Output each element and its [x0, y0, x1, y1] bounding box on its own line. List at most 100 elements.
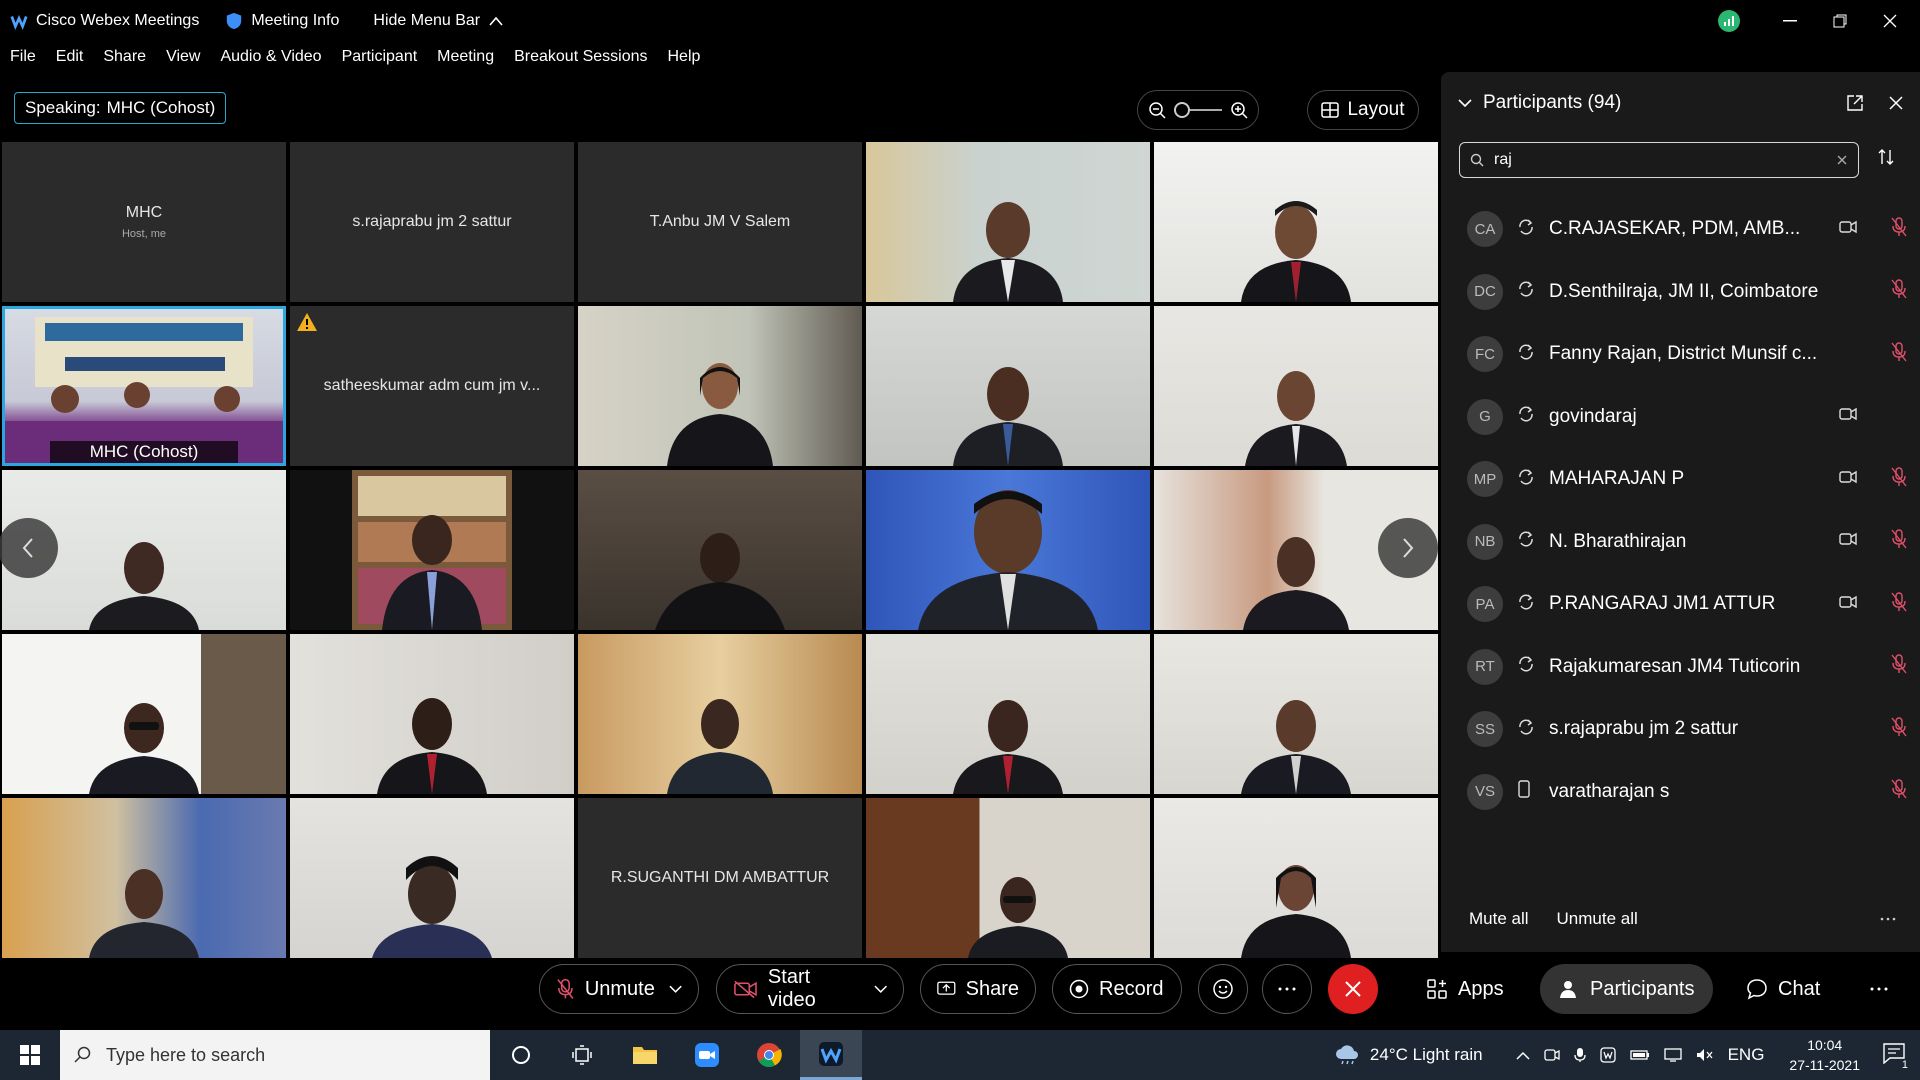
participant-camera[interactable] [1839, 532, 1857, 551]
zoom-slider[interactable] [1174, 102, 1222, 118]
participant-camera[interactable] [1839, 407, 1857, 426]
zoom-slider-knob[interactable] [1174, 102, 1190, 118]
chrome-button[interactable] [738, 1030, 800, 1080]
record-button[interactable]: Record [1052, 964, 1182, 1014]
video-tile[interactable] [2, 798, 286, 958]
menu-view[interactable]: View [166, 48, 200, 66]
network-icon[interactable] [1663, 1048, 1682, 1062]
participant-mic[interactable] [1891, 217, 1907, 242]
clock[interactable]: 10:04 27-11-2021 [1789, 1035, 1860, 1075]
zoom-out-icon[interactable] [1148, 101, 1166, 119]
start-video-button[interactable]: Start video [716, 964, 904, 1014]
webex-tray-icon[interactable] [1599, 1047, 1616, 1063]
chevron-up-icon[interactable] [1516, 1051, 1530, 1060]
participant-row[interactable]: MP MAHARAJAN P [1441, 448, 1920, 511]
more-options-icon[interactable] [1880, 917, 1896, 921]
clear-search-icon[interactable] [1836, 154, 1848, 166]
menu-breakout-sessions[interactable]: Breakout Sessions [514, 48, 647, 66]
participant-row[interactable]: VS varatharajan s [1441, 761, 1920, 824]
video-tile[interactable] [290, 634, 574, 794]
camera-tray-icon[interactable] [1543, 1047, 1560, 1063]
participant-camera[interactable] [1839, 470, 1857, 489]
unmute-button[interactable]: Unmute [539, 964, 699, 1014]
chevron-down-icon[interactable] [873, 985, 887, 993]
video-tile[interactable]: s.rajaprabu jm 2 sattur [290, 142, 574, 302]
participant-camera[interactable] [1839, 595, 1857, 614]
menu-edit[interactable]: Edit [56, 48, 84, 66]
hide-menu-bar-button[interactable]: Hide Menu Bar [373, 12, 504, 30]
close-icon[interactable] [1888, 95, 1904, 111]
notification-center-button[interactable]: 1 [1882, 1042, 1910, 1071]
restore-button[interactable] [1820, 0, 1860, 42]
connection-status-icon[interactable] [1718, 10, 1740, 32]
battery-icon[interactable] [1629, 1049, 1650, 1061]
task-view-button[interactable] [490, 1030, 552, 1080]
video-tile[interactable] [2, 634, 286, 794]
participant-row[interactable]: RT Rajakumaresan JM4 Tuticorin [1441, 636, 1920, 699]
video-tile[interactable] [578, 634, 862, 794]
participant-row[interactable]: CA C.RAJASEKAR, PDM, AMB... [1441, 198, 1920, 261]
zoom-app-button[interactable] [676, 1030, 738, 1080]
weather-widget[interactable]: 24°C Light rain [1334, 1045, 1483, 1065]
file-explorer-button[interactable] [614, 1030, 676, 1080]
menu-help[interactable]: Help [668, 48, 701, 66]
next-page-button[interactable] [1378, 518, 1438, 578]
participant-mic[interactable] [1891, 654, 1907, 679]
video-tile[interactable] [290, 798, 574, 958]
video-tile[interactable] [1154, 634, 1438, 794]
sort-button[interactable] [1877, 148, 1895, 171]
video-tile[interactable] [866, 634, 1150, 794]
leave-meeting-button[interactable] [1328, 964, 1378, 1014]
menu-share[interactable]: Share [103, 48, 146, 66]
participant-row[interactable]: PA P.RANGARAJ JM1 ATTUR [1441, 573, 1920, 636]
zoom-in-icon[interactable] [1230, 101, 1248, 119]
unmute-all-button[interactable]: Unmute all [1557, 909, 1638, 929]
participant-mic[interactable] [1891, 592, 1907, 617]
apps-button[interactable]: Apps [1426, 964, 1504, 1014]
participant-search-input[interactable]: raj [1459, 142, 1859, 178]
layout-button[interactable]: Layout [1307, 90, 1419, 130]
participant-mic[interactable] [1891, 529, 1907, 554]
video-tile[interactable]: satheeskumar adm cum jm v... [290, 306, 574, 466]
more-panels-button[interactable] [1870, 964, 1898, 1014]
start-button[interactable] [0, 1030, 60, 1080]
taskbar-search-box[interactable]: Type here to search [60, 1030, 490, 1080]
volume-muted-icon[interactable] [1696, 1048, 1714, 1062]
video-tile[interactable] [578, 470, 862, 630]
video-tile[interactable] [290, 470, 574, 630]
participant-row[interactable]: DC D.Senthilraja, JM II, Coimbatore [1441, 261, 1920, 324]
reactions-button[interactable] [1198, 964, 1248, 1014]
participant-row[interactable]: Ggovindaraj [1441, 386, 1920, 449]
chevron-down-icon[interactable] [669, 985, 682, 993]
video-tile[interactable]: R.SUGANTHI DM AMBATTUR [578, 798, 862, 958]
menu-meeting[interactable]: Meeting [437, 48, 494, 66]
chat-button[interactable]: Chat [1746, 964, 1820, 1014]
participants-button[interactable]: Participants [1540, 964, 1713, 1014]
meeting-info-button[interactable]: Meeting Info [225, 12, 339, 30]
previous-page-button[interactable] [0, 518, 58, 578]
menu-participant[interactable]: Participant [342, 48, 418, 66]
video-tile[interactable] [1154, 798, 1438, 958]
participant-row[interactable]: SS s.rajaprabu jm 2 sattur [1441, 698, 1920, 761]
mute-all-button[interactable]: Mute all [1469, 909, 1529, 929]
language-indicator[interactable]: ENG [1728, 1045, 1765, 1065]
video-tile[interactable] [866, 306, 1150, 466]
video-tile[interactable] [1154, 306, 1438, 466]
participant-mic[interactable] [1891, 717, 1907, 742]
minimize-button[interactable] [1770, 0, 1810, 42]
video-tile[interactable] [1154, 142, 1438, 302]
task-view-button[interactable] [552, 1030, 614, 1080]
chevron-down-icon[interactable] [1457, 98, 1473, 108]
video-tile[interactable] [866, 142, 1150, 302]
participant-mic[interactable] [1891, 467, 1907, 492]
close-window-button[interactable] [1870, 0, 1910, 42]
video-tile[interactable]: T.Anbu JM V Salem [578, 142, 862, 302]
more-options-button[interactable] [1262, 964, 1312, 1014]
participant-mic[interactable] [1891, 279, 1907, 304]
participant-mic[interactable] [1891, 779, 1907, 804]
video-tile[interactable] [866, 798, 1150, 958]
participant-camera[interactable] [1839, 220, 1857, 239]
participant-row[interactable]: NB N. Bharathirajan [1441, 511, 1920, 574]
video-tile-active-speaker[interactable]: MHC (Cohost) [2, 306, 286, 466]
webex-app-button[interactable] [800, 1030, 862, 1080]
